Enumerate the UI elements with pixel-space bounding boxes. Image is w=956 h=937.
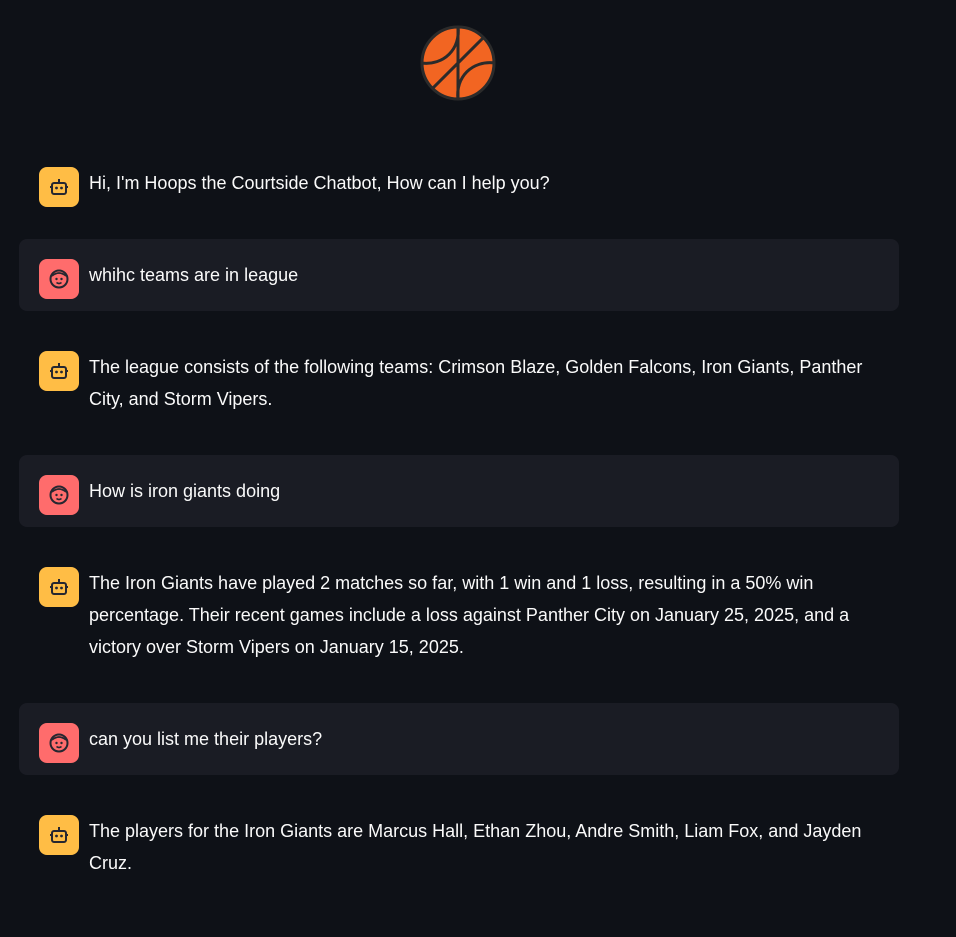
message-text: The players for the Iron Giants are Marc…: [89, 821, 862, 873]
message-text: How is iron giants doing: [89, 481, 281, 501]
assistant-message: The Iron Giants have played 2 matches so…: [19, 547, 899, 683]
chat-message-list: Hi, I'm Hoops the Courtside Chatbot, How…: [19, 147, 899, 899]
user-message: How is iron giants doing: [19, 455, 899, 527]
message-text: can you list me their players?: [89, 729, 323, 749]
assistant-message: The players for the Iron Giants are Marc…: [19, 795, 899, 899]
message-text: Hi, I'm Hoops the Courtside Chatbot, How…: [89, 173, 550, 193]
user-message: can you list me their players?: [19, 703, 899, 775]
assistant-message: Hi, I'm Hoops the Courtside Chatbot, How…: [19, 147, 899, 219]
robot-icon: [39, 815, 79, 855]
user-message: whihc teams are in league: [19, 239, 899, 311]
basketball-icon: [420, 25, 496, 101]
message-text: The league consists of the following tea…: [89, 357, 863, 409]
chat-page: Hi, I'm Hoops the Courtside Chatbot, How…: [0, 0, 956, 937]
message-text: The Iron Giants have played 2 matches so…: [89, 573, 850, 657]
message-text: whihc teams are in league: [89, 265, 299, 285]
smiley-face-icon: [39, 723, 79, 763]
robot-icon: [39, 167, 79, 207]
assistant-message: The league consists of the following tea…: [19, 331, 899, 435]
smiley-face-icon: [39, 475, 79, 515]
robot-icon: [39, 567, 79, 607]
robot-icon: [39, 351, 79, 391]
smiley-face-icon: [39, 259, 79, 299]
